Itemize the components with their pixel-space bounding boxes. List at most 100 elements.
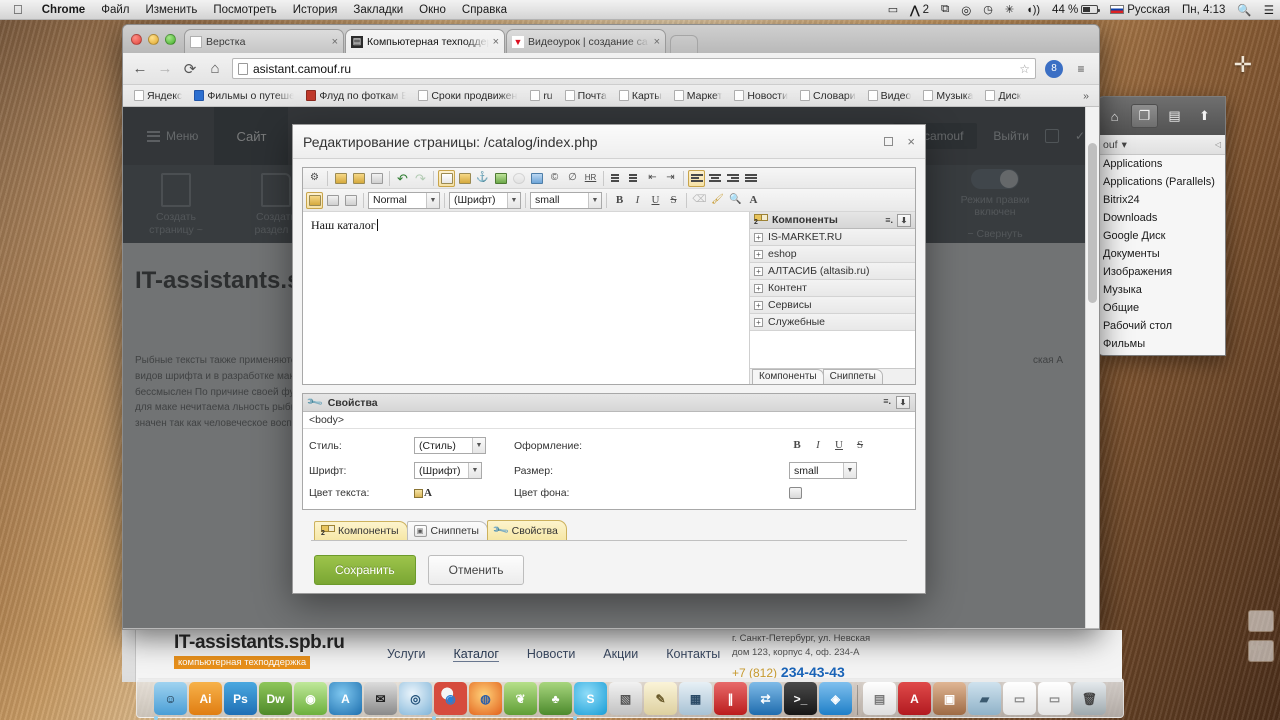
menubar-clock[interactable]: Пн, 4:13 — [1176, 4, 1231, 16]
list-item[interactable]: Рабочий стол — [1099, 317, 1225, 335]
new-tab-button[interactable] — [670, 35, 698, 53]
expand-icon[interactable]: + — [754, 283, 763, 293]
menu-item-chrome[interactable]: Chrome — [34, 4, 93, 16]
apple-logo-icon[interactable]:  — [0, 3, 34, 16]
search-icon[interactable]: 🔍 — [1231, 3, 1257, 17]
forward-icon[interactable]: → — [157, 60, 173, 77]
bookmark-flud[interactable]: Флуд по фоткам Вы — [301, 89, 411, 103]
table-icon[interactable] — [456, 170, 473, 187]
indent-block-icon[interactable] — [324, 192, 341, 209]
bookmark-dictionaries[interactable]: Словари — [795, 89, 861, 103]
nav-link-services[interactable]: Услуги — [387, 647, 425, 662]
nav-link-catalog[interactable]: Каталог — [453, 647, 499, 662]
tab-components[interactable]: 2 Компоненты — [314, 521, 408, 540]
bookmark-yandex[interactable]: Яндекс — [129, 89, 187, 103]
browser-tab-videolesson[interactable]: ▼ Видеоурок | создание са × — [506, 29, 666, 53]
safari-icon[interactable]: ◎ — [399, 682, 432, 715]
save-button[interactable]: Сохранить — [314, 555, 416, 585]
page-editor-dialog[interactable]: Редактирование страницы: /catalog/index.… — [292, 124, 926, 594]
close-window-button[interactable] — [131, 33, 142, 45]
skype-icon[interactable]: S — [574, 682, 607, 715]
document-icon[interactable]: ▤ — [863, 682, 896, 715]
size-select[interactable]: small ▼ — [789, 462, 857, 479]
expand-icon[interactable]: + — [754, 300, 763, 310]
columns-icon[interactable] — [306, 191, 323, 209]
copyright-icon[interactable]: © — [546, 170, 563, 187]
list-item[interactable]: + Сервисы — [750, 297, 915, 314]
firefox-icon[interactable]: ◍ — [469, 682, 502, 715]
tab-snippets[interactable]: ▣ Сниппеты — [406, 521, 488, 540]
collapse-icon[interactable]: ⬇ — [896, 396, 910, 409]
expand-icon[interactable]: + — [754, 317, 763, 327]
chevron-down-icon[interactable]: ▼ — [468, 463, 481, 478]
link-icon[interactable] — [438, 169, 455, 187]
nav-link-contacts[interactable]: Контакты — [666, 647, 720, 662]
expand-icon[interactable]: + — [754, 266, 763, 276]
chrome-menu-icon[interactable]: ≡ — [1072, 60, 1090, 78]
list-item[interactable]: + АЛТАСИБ (altasib.ru) — [750, 263, 915, 280]
list-item[interactable]: Изображения — [1099, 263, 1225, 281]
format-painter-icon[interactable]: 🖌 — [709, 192, 726, 209]
collapse-icon[interactable]: ⬇ — [897, 213, 911, 227]
browser-tab-techsupport[interactable]: ▤ Компьютерная техподдер × — [345, 29, 505, 53]
outdent-icon[interactable]: ⇤ — [644, 170, 661, 187]
spellcheck-icon[interactable]: 🔍 — [727, 192, 744, 209]
horizontal-rule-icon[interactable]: HR — [582, 170, 599, 187]
battery-status[interactable]: 44 % — [1046, 4, 1104, 16]
style-select[interactable]: (Стиль) ▼ — [414, 437, 486, 454]
list-item[interactable]: Downloads — [1099, 209, 1225, 227]
bold-button[interactable]: B — [789, 438, 805, 453]
clock-history-icon[interactable]: ◷ — [977, 3, 999, 16]
documents-icon[interactable]: ❐ — [1131, 104, 1158, 128]
redo-icon[interactable]: ↷ — [412, 170, 429, 187]
bold-button[interactable]: B — [611, 192, 628, 209]
list-item[interactable]: + eshop — [750, 246, 915, 263]
list-menu-icon[interactable]: ≡. — [885, 215, 893, 225]
list-item[interactable]: Музыка — [1099, 281, 1225, 299]
chevron-down-icon[interactable]: ▼ — [507, 192, 520, 208]
underline-button[interactable]: U — [647, 192, 664, 209]
image-block-icon[interactable] — [342, 192, 359, 209]
maximize-icon[interactable] — [884, 137, 894, 146]
bookmark-maps[interactable]: Карты — [614, 89, 667, 103]
bg-color-picker[interactable] — [789, 487, 909, 499]
illustrator-icon[interactable]: Ai — [189, 682, 222, 715]
bookmark-mail[interactable]: Почта — [560, 89, 612, 103]
chevron-down-icon[interactable]: ▼ — [588, 192, 601, 208]
list-item[interactable]: Общие — [1099, 299, 1225, 317]
alfred-icon[interactable]: ⋀ 2 — [904, 3, 935, 17]
settings-icon[interactable]: ⚙ — [306, 170, 323, 187]
note-icon[interactable]: ▤ — [1161, 104, 1188, 128]
scrollbar-thumb[interactable] — [1088, 143, 1097, 303]
leaf-icon[interactable]: ❦ — [504, 682, 537, 715]
indent-icon[interactable]: ⇥ — [662, 170, 679, 187]
align-justify-icon[interactable] — [742, 170, 759, 187]
bookmark-music[interactable]: Музыка — [918, 89, 978, 103]
menu-item-help[interactable]: Справка — [454, 4, 515, 16]
chevron-down-icon[interactable]: ▼ — [843, 463, 856, 478]
undo-icon[interactable]: ↶ — [394, 170, 411, 187]
bookmark-market[interactable]: Маркет — [669, 89, 728, 103]
site-logo[interactable]: IT-assistants.spb.ru компьютерная техпод… — [174, 632, 345, 669]
menu-item-bookmarks[interactable]: Закладки — [345, 4, 411, 16]
tab-components[interactable]: Компоненты — [752, 369, 824, 384]
text-color-icon[interactable]: A — [745, 192, 762, 209]
list-item[interactable]: + Контент — [750, 280, 915, 297]
mail-icon[interactable]: ✉ — [364, 682, 397, 715]
page-info-icon[interactable] — [238, 62, 248, 75]
close-icon[interactable]: × — [332, 36, 338, 48]
save-template-icon[interactable] — [332, 170, 349, 187]
bookmarks-overflow-icon[interactable]: » — [1083, 90, 1093, 102]
image-icon[interactable] — [492, 170, 509, 187]
bookmark-sroki[interactable]: Сроки продвижени — [413, 89, 523, 103]
italic-button[interactable]: I — [629, 192, 646, 209]
menu-item-window[interactable]: Окно — [411, 4, 454, 16]
chevron-down-icon[interactable]: ▼ — [472, 438, 485, 453]
expand-icon[interactable]: + — [754, 249, 763, 259]
iphoto-icon[interactable]: ▧ — [609, 682, 642, 715]
menu-item-file[interactable]: Файл — [93, 4, 137, 16]
list-item[interactable]: Google Диск — [1099, 227, 1225, 245]
font-family-select[interactable]: (Шрифт) ▼ — [449, 191, 521, 209]
address-bar[interactable]: asistant.camouf.ru ☆ — [232, 58, 1036, 79]
paragraph-style-select[interactable]: Normal ▼ — [368, 191, 440, 209]
